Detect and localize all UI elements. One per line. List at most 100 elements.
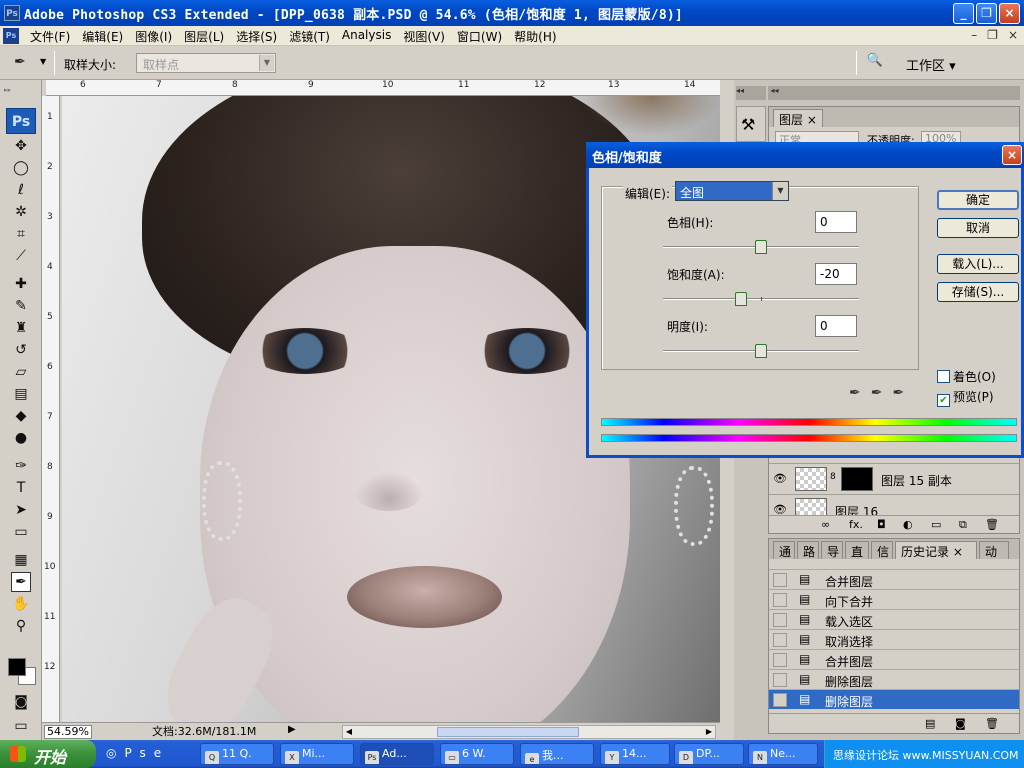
colorize-box[interactable] — [937, 370, 950, 383]
tab-info[interactable]: 信息 — [871, 541, 893, 559]
trash-icon[interactable]: 🗑 — [985, 518, 999, 531]
eyedropper-icon[interactable]: ✒ — [849, 385, 871, 401]
tool-preset-arrow[interactable]: ▼ — [40, 57, 46, 66]
dodge-icon[interactable]: ● — [11, 428, 31, 448]
horizontal-scrollbar[interactable]: ◀ ▶ — [342, 725, 716, 739]
add-mask-icon[interactable]: ◘ — [877, 518, 886, 531]
healing-icon[interactable]: ✚ — [11, 274, 31, 294]
sample-size-select[interactable]: 取样点 ▼ — [136, 53, 276, 73]
task-document[interactable]: D DP... — [674, 743, 744, 765]
eyedropper-icon[interactable]: ✒ — [14, 54, 34, 74]
hand-icon[interactable]: ✋ — [11, 594, 31, 614]
tab-channels[interactable]: 通道 — [773, 541, 795, 559]
preview-box[interactable]: ✔ — [937, 394, 950, 407]
history-item[interactable]: ▤ 载入选区 — [769, 609, 1019, 629]
tab-paths[interactable]: 路径 — [797, 541, 819, 559]
task-netease[interactable]: N Ne... — [748, 743, 818, 765]
hue-slider-thumb[interactable] — [755, 240, 767, 254]
menu-image[interactable]: 图像(I) — [129, 28, 178, 45]
pen-icon[interactable]: ✑ — [11, 456, 31, 476]
new-layer-icon[interactable]: ⧉ — [959, 518, 967, 532]
grip-icon[interactable]: ▸▸ — [4, 86, 38, 94]
lasso-icon[interactable]: ℓ — [11, 180, 31, 200]
history-brush-icon[interactable]: ↺ — [11, 340, 31, 360]
scroll-thumb[interactable] — [437, 727, 579, 737]
panel-dock-header[interactable]: ◂◂ — [768, 86, 1020, 100]
adjustment-layer-icon[interactable]: ◐ — [903, 518, 913, 531]
menu-analysis[interactable]: Analysis — [336, 28, 397, 45]
scroll-left-icon[interactable]: ◀ — [343, 726, 355, 738]
bridge-icon[interactable]: 🔍 — [862, 53, 888, 75]
task-qq[interactable]: Q 11 Q. — [200, 743, 274, 765]
document-icon[interactable]: Ps — [3, 28, 19, 44]
menu-layer[interactable]: 图层(L) — [178, 28, 230, 45]
dialog-close-button[interactable]: × — [1002, 145, 1022, 165]
dialog-title-bar[interactable]: 色相/饱和度 × — [586, 142, 1024, 168]
task-app[interactable]: Y 14... — [600, 743, 670, 765]
tab-navigator[interactable]: 导航器 — [821, 541, 843, 559]
snapshot-checkbox[interactable] — [773, 653, 787, 667]
link-layers-icon[interactable]: ∞ — [821, 518, 830, 531]
task-explorer[interactable]: ▭ 6 W. — [440, 743, 514, 765]
trash-icon[interactable]: 🗑 — [985, 717, 999, 730]
menu-help[interactable]: 帮助(H) — [508, 28, 562, 45]
task-photoshop[interactable]: Ps Ad... — [360, 743, 434, 765]
hue-input[interactable]: 0 — [815, 211, 857, 233]
snapshot-icon[interactable]: ◙ — [955, 717, 966, 730]
history-item[interactable]: ▤ 合并图层 — [769, 649, 1019, 669]
zoom-icon[interactable]: ⚲ — [11, 616, 31, 636]
foreground-color-swatch[interactable] — [8, 658, 26, 676]
photoshop-launch-icon[interactable]: Ps — [124, 746, 153, 760]
path-select-icon[interactable]: ➤ — [11, 500, 31, 520]
history-item[interactable]: ▤ 合并图层 — [769, 569, 1019, 589]
show-desktop-icon[interactable]: ◎ — [106, 746, 124, 760]
start-button[interactable]: 开始 — [0, 740, 96, 768]
fx-icon[interactable]: fx. — [849, 518, 863, 531]
eye-icon[interactable]: 👁 — [773, 472, 787, 485]
saturation-input[interactable]: -20 — [815, 263, 857, 285]
ok-button[interactable]: 确定 — [937, 190, 1019, 210]
history-item[interactable]: ▤ 向下合并 — [769, 589, 1019, 609]
snapshot-checkbox[interactable] — [773, 693, 787, 707]
doc-close-button[interactable]: × — [1008, 28, 1018, 42]
notes-icon[interactable]: ▦ — [11, 550, 31, 570]
menu-window[interactable]: 窗口(W) — [451, 28, 508, 45]
saturation-slider-thumb[interactable] — [735, 292, 747, 306]
layer-row[interactable]: 👁 8 图层 15 副本 — [769, 463, 1019, 493]
close-button[interactable]: × — [999, 3, 1020, 24]
restore-button[interactable]: ❐ — [976, 3, 997, 24]
snapshot-checkbox[interactable] — [773, 613, 787, 627]
brush-icon[interactable]: ✎ — [11, 296, 31, 316]
history-item-selected[interactable]: ▤ 删除图层 — [769, 689, 1019, 709]
load-button[interactable]: 载入(L)... — [937, 254, 1019, 274]
tab-histogram[interactable]: 直方图 — [845, 541, 869, 559]
minimize-button[interactable]: _ — [953, 3, 974, 24]
snapshot-checkbox[interactable] — [773, 573, 787, 587]
blur-icon[interactable]: ◆ — [11, 406, 31, 426]
menu-select[interactable]: 选择(S) — [230, 28, 283, 45]
screen-mode-icon[interactable]: ▭ — [11, 716, 31, 736]
zoom-field[interactable]: 54.59% — [44, 725, 92, 739]
task-excel[interactable]: X Mi... — [280, 743, 354, 765]
tab-actions[interactable]: 动作 — [979, 541, 1009, 559]
new-document-icon[interactable]: ▤ — [925, 717, 935, 730]
snapshot-checkbox[interactable] — [773, 593, 787, 607]
history-item[interactable]: ▤ 删除图层 — [769, 669, 1019, 689]
stamp-icon[interactable]: ♜ — [11, 318, 31, 338]
quick-mask-icon[interactable]: ◙ — [11, 692, 31, 712]
history-item[interactable]: ▤ 取消选择 — [769, 629, 1019, 649]
menu-filter[interactable]: 滤镜(T) — [283, 28, 336, 45]
lightness-slider-thumb[interactable] — [755, 344, 767, 358]
menu-edit[interactable]: 编辑(E) — [76, 28, 129, 45]
menu-view[interactable]: 视图(V) — [397, 28, 451, 45]
preview-checkbox[interactable]: ✔ 预览(P) — [937, 388, 994, 407]
ie-icon[interactable]: e — [154, 746, 169, 760]
cancel-button[interactable]: 取消 — [937, 218, 1019, 238]
doc-restore-button[interactable]: ❐ — [987, 28, 998, 42]
eyedropper-minus-icon[interactable]: ✒ — [892, 385, 914, 401]
new-group-icon[interactable]: ▭ — [931, 518, 941, 531]
eyedropper-icon[interactable]: ✒ — [11, 572, 31, 592]
workspace-menu[interactable]: 工作区 ▾ — [906, 55, 956, 74]
snapshot-checkbox[interactable] — [773, 633, 787, 647]
eyedropper-plus-icon[interactable]: ✒ — [871, 385, 893, 401]
